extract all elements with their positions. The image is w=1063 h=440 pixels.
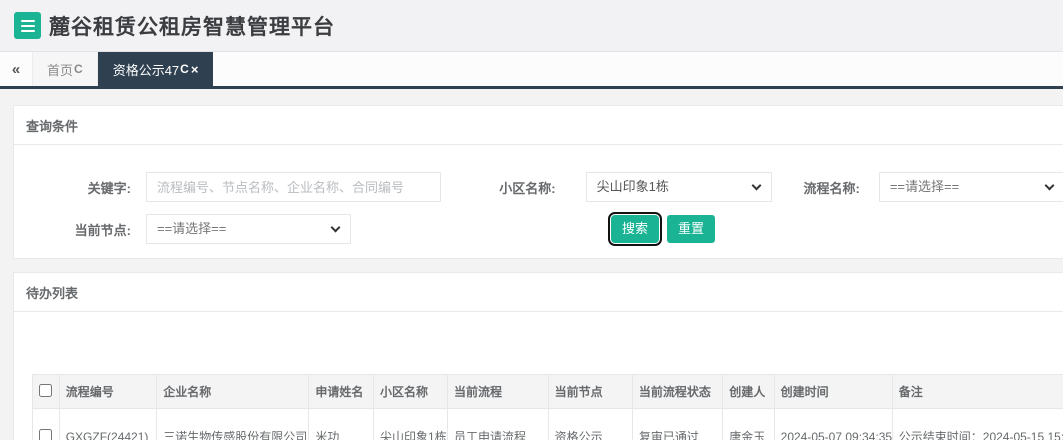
query-buttons: 搜索 重置 <box>607 212 716 246</box>
col-applicant: 申请姓名 <box>308 374 375 409</box>
app-root: { "app": { "title": "麓谷租赁公租房智慧管理平台" }, "… <box>0 0 1063 440</box>
current-node-select[interactable]: ==请选择== <box>146 214 351 244</box>
cell-process-id: GXGZF(24421) <box>58 408 158 440</box>
col-current-process: 当前流程 <box>446 374 549 409</box>
tab-qualification-label: 资格公示47 <box>112 62 180 78</box>
community-select[interactable]: 尖山印象1栋 <box>585 172 772 202</box>
process-name-select-value: ==请选择== <box>889 179 960 194</box>
tab-home[interactable]: 首页 C <box>32 52 98 86</box>
process-name-select[interactable]: ==请选择== <box>878 172 1063 202</box>
table-header-row: 流程编号 企业名称 申请姓名 小区名称 当前流程 当前节点 当前流程状态 创建人… <box>32 374 1063 409</box>
chevron-down-icon <box>330 222 341 233</box>
current-node-label: 当前节点: <box>74 222 131 238</box>
todo-panel-title: 待办列表 <box>14 273 1063 312</box>
todo-panel: 待办列表 流程编号 企业名称 申请姓名 小区名称 当前流程 当前节点 当前流程状 <box>13 272 1063 440</box>
table-row: GXGZF(24421) 三诺生物传感股份有限公司 米功 尖山印象1栋 员工申请… <box>32 408 1063 440</box>
todo-list-body: 流程编号 企业名称 申请姓名 小区名称 当前流程 当前节点 当前流程状态 创建人… <box>14 312 1063 440</box>
col-remark: 备注 <box>891 374 1063 409</box>
todo-table: 流程编号 企业名称 申请姓名 小区名称 当前流程 当前节点 当前流程状态 创建人… <box>32 374 1063 440</box>
community-label: 小区名称: <box>499 180 556 196</box>
select-all-checkbox[interactable] <box>39 383 53 397</box>
hamburger-menu-icon[interactable] <box>14 12 41 39</box>
chevron-down-icon <box>751 180 762 191</box>
keyword-input[interactable] <box>146 172 441 202</box>
tab-qualification-publicity[interactable]: 资格公示47 C × <box>97 52 214 86</box>
reset-button[interactable]: 重置 <box>667 215 716 243</box>
tab-bar: « 首页 C 资格公示47 C × <box>0 52 1063 89</box>
refresh-icon[interactable]: C <box>74 62 83 76</box>
top-header: 麓谷租赁公租房智慧管理平台 <box>0 0 1063 52</box>
col-create-time: 创建时间 <box>773 374 893 409</box>
cell-remark: 公示结束时间：2024-05-15 15:23:29 <box>891 408 1063 440</box>
cell-current-node: 资格公示 <box>547 408 633 440</box>
query-form-row-2: 当前节点: ==请选择== 搜索 重置 <box>14 212 1063 246</box>
cell-community: 尖山印象1栋 <box>373 408 448 440</box>
cell-current-process: 员工申请流程 <box>446 408 549 440</box>
current-node-select-value: ==请选择== <box>157 221 227 236</box>
close-icon[interactable]: × <box>191 62 199 77</box>
row-checkbox[interactable] <box>39 428 53 440</box>
page-title: 麓谷租赁公租房智慧管理平台 <box>49 15 335 39</box>
query-form: 关键字: 小区名称: 尖山印象1栋 流程名称: ==请选择== 当前节点: ==… <box>14 145 1063 258</box>
search-button[interactable]: 搜索 <box>607 212 663 246</box>
cell-process-status: 复审已通过 <box>631 408 724 440</box>
collapse-tabs-icon[interactable]: « <box>0 52 32 86</box>
col-current-node: 当前节点 <box>547 374 633 409</box>
cell-applicant: 米功 <box>308 408 375 440</box>
col-creator: 创建人 <box>722 374 775 409</box>
keyword-label: 关键字: <box>87 180 131 196</box>
query-panel: 查询条件 关键字: 小区名称: 尖山印象1栋 流程名称: ==请选择== 当前节… <box>13 105 1063 259</box>
community-select-value: 尖山印象1栋 <box>596 179 669 194</box>
cell-creator: 唐金玉 <box>722 408 775 440</box>
cell-create-time: 2024-05-07 09:34:35 <box>773 408 893 440</box>
process-name-label: 流程名称: <box>803 180 860 196</box>
chevron-down-icon <box>1044 180 1055 191</box>
col-process-id: 流程编号 <box>58 374 158 409</box>
col-company: 企业名称 <box>156 374 310 409</box>
tab-home-label: 首页 <box>47 62 74 78</box>
query-panel-title: 查询条件 <box>14 106 1063 145</box>
cell-company: 三诺生物传感股份有限公司 <box>156 408 310 440</box>
table-spacer <box>32 312 1047 374</box>
col-process-status: 当前流程状态 <box>631 374 724 409</box>
col-community: 小区名称 <box>373 374 448 409</box>
query-form-row-1: 关键字: 小区名称: 尖山印象1栋 流程名称: ==请选择== <box>14 172 1063 202</box>
refresh-icon[interactable]: C <box>180 62 189 76</box>
